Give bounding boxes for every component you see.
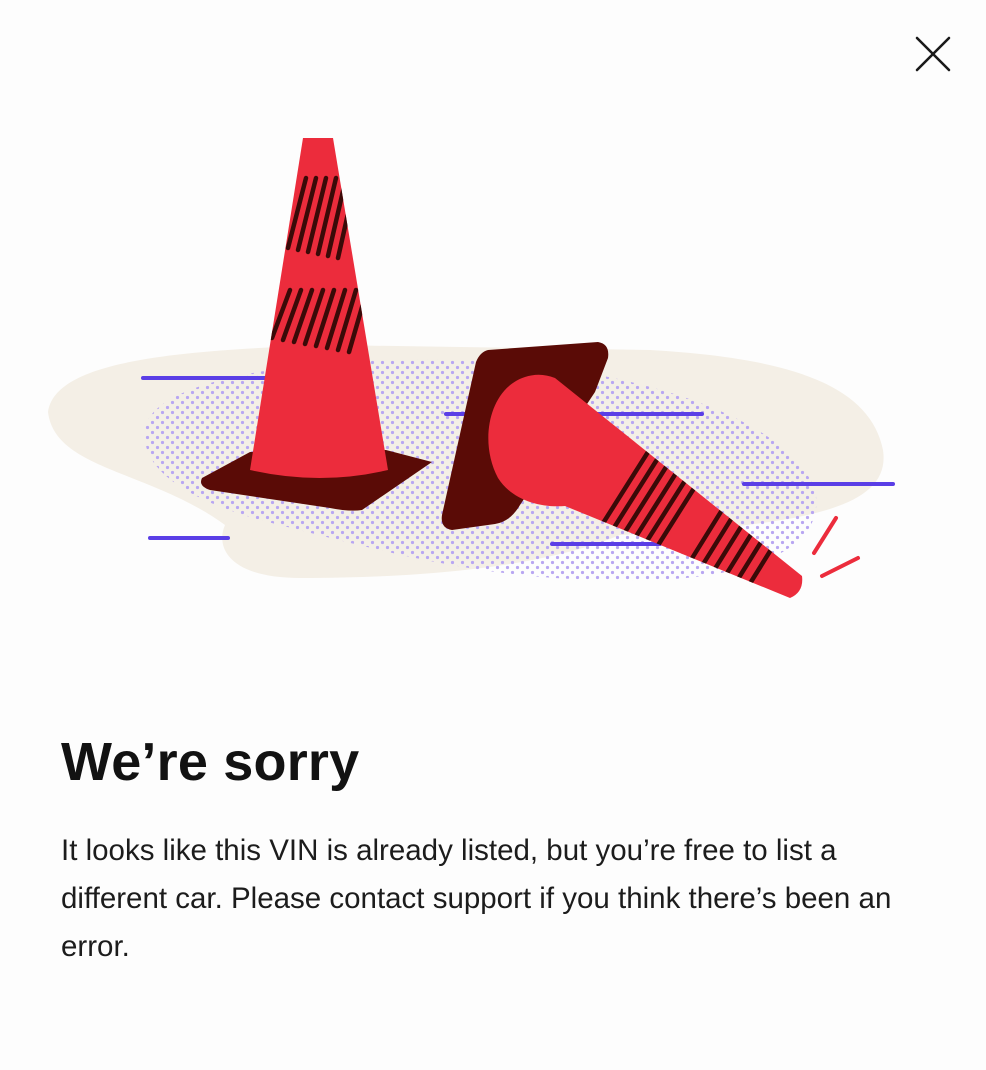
- page-title: We’re sorry: [61, 732, 360, 792]
- traffic-cones-illustration: [48, 138, 895, 598]
- impact-marks: [812, 516, 860, 578]
- close-icon: [915, 36, 951, 72]
- error-message: It looks like this VIN is already listed…: [61, 834, 892, 963]
- close-button[interactable]: [908, 29, 958, 79]
